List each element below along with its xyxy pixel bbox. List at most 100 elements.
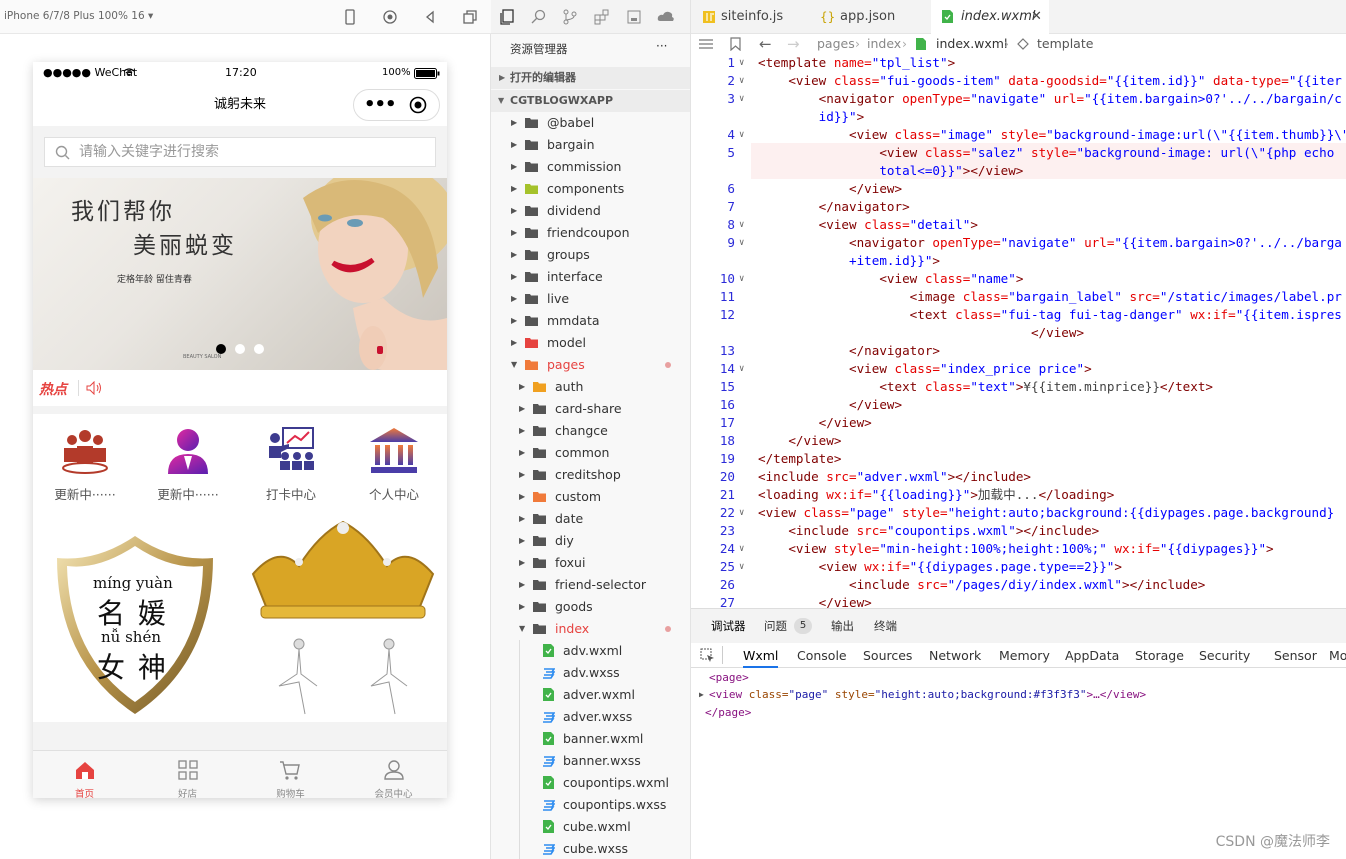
carousel-dot[interactable] (254, 344, 264, 354)
dom-page-close[interactable]: </page> (705, 706, 751, 719)
cloud-icon[interactable] (657, 9, 675, 25)
folder-goods[interactable]: ▶ goods (491, 596, 690, 618)
code-line[interactable]: id}}"> (758, 108, 865, 126)
extensions-icon[interactable] (594, 9, 610, 25)
code-line[interactable]: <view wx:if="{{diypages.page.type==2}}"> (758, 558, 1122, 576)
tab-problems[interactable]: 问题 (764, 609, 787, 643)
folder-common[interactable]: ▶ common (491, 442, 690, 464)
code-line[interactable]: </view> (758, 432, 841, 450)
code-line[interactable]: </view> (758, 594, 872, 608)
code-line[interactable]: </view> (758, 414, 872, 432)
folder-pages[interactable]: ▼ pages (491, 354, 690, 376)
promo-artwork[interactable]: míng yuàn 名 媛 nǚ shén 女 神 (33, 510, 447, 722)
code-line[interactable]: <view style="min-height:100%;height:100%… (758, 540, 1273, 558)
code-line[interactable]: <navigator openType="navigate" url="{{it… (758, 234, 1342, 252)
code-area[interactable]: 1 ∨ <template name="tpl_list"> 2 ∨ <view cla… (691, 53, 1346, 608)
search-icon[interactable] (531, 9, 547, 25)
folder-commission[interactable]: ▶ commission (491, 156, 690, 178)
code-line[interactable]: </view> (758, 180, 902, 198)
folder-creditshop[interactable]: ▶ creditshop (491, 464, 690, 486)
devtools-tab-appdata[interactable]: AppData (1065, 643, 1119, 668)
fold-chevron-icon[interactable]: ∨ (739, 90, 751, 108)
tab-debugger[interactable]: 调试器 (711, 609, 746, 643)
file-adv.wxml[interactable]: adv.wxml (491, 640, 690, 662)
code-line[interactable]: total<=0}}"></view> (758, 162, 1023, 180)
code-line[interactable]: </navigator> (758, 198, 910, 216)
folder-groups[interactable]: ▶ groups (491, 244, 690, 266)
code-line[interactable]: </navigator> (758, 342, 940, 360)
folder-interface[interactable]: ▶ interface (491, 266, 690, 288)
folder-dividend[interactable]: ▶ dividend (491, 200, 690, 222)
code-line[interactable]: <include src="coupontips.wxml"></include… (758, 522, 1099, 540)
phone-icon[interactable] (341, 8, 359, 26)
dom-view-node[interactable]: ▶ <view class="page" style="height:auto;b… (699, 688, 1146, 701)
tab-siteinfo-js[interactable]: siteinfo.js (691, 0, 809, 34)
carousel-dot-active[interactable] (216, 344, 226, 354)
files-icon[interactable] (499, 9, 515, 25)
devtools-tab-wxml[interactable]: Wxml (743, 643, 779, 668)
code-line[interactable]: <view class="index_price price"> (758, 360, 1092, 378)
devtools-tab-security[interactable]: Security (1199, 643, 1250, 668)
file-cube.wxml[interactable]: cube.wxml (491, 816, 690, 838)
file-banner.wxss[interactable]: banner.wxss (491, 750, 690, 772)
inspect-icon[interactable] (700, 648, 715, 663)
more-icon[interactable]: ··· (656, 39, 667, 53)
devtools-tab-sources[interactable]: Sources (863, 643, 912, 668)
folder-mmdata[interactable]: ▶ mmdata (491, 310, 690, 332)
folder-date[interactable]: ▶ date (491, 508, 690, 530)
folder-@babel[interactable]: ▶ @babel (491, 112, 690, 134)
folder-index[interactable]: ▼ index (491, 618, 690, 640)
fold-chevron-icon[interactable]: ∨ (739, 558, 751, 576)
tab-terminal[interactable]: 终端 (874, 609, 897, 643)
code-line[interactable]: <template name="tpl_list"> (758, 54, 955, 72)
code-line[interactable]: <navigator openType="navigate" url="{{it… (758, 90, 1342, 108)
list-icon[interactable] (699, 39, 713, 49)
bookmark-icon[interactable] (730, 37, 741, 51)
hot-news-bar[interactable]: 热点 (33, 370, 447, 406)
fold-chevron-icon[interactable]: ∨ (739, 126, 751, 144)
code-line[interactable]: </template> (758, 450, 841, 468)
back-icon[interactable] (421, 8, 439, 26)
code-line[interactable]: <view class="page" style="height:auto;ba… (758, 504, 1334, 522)
code-line[interactable]: +item.id}}"> (758, 252, 940, 270)
folder-components[interactable]: ▶ components (491, 178, 690, 200)
code-line[interactable]: <include src="adver.wxml"></include> (758, 468, 1031, 486)
more-dots-icon[interactable]: ••• (364, 84, 397, 126)
code-line[interactable]: </view> (758, 324, 1084, 342)
folder-card-share[interactable]: ▶ card-share (491, 398, 690, 420)
code-line[interactable]: <text class="text">¥{{item.minprice}}</t… (758, 378, 1213, 396)
breadcrumb-pages[interactable]: pages (817, 34, 855, 54)
folder-friend-selector[interactable]: ▶ friend-selector (491, 574, 690, 596)
open-editors-section[interactable]: ▶ 打开的编辑器 (491, 67, 690, 89)
file-cube.wxss[interactable]: cube.wxss (491, 838, 690, 859)
code-line[interactable]: </view> (758, 396, 902, 414)
source-control-icon[interactable] (562, 9, 578, 25)
dom-page-open[interactable]: <page> (709, 671, 749, 684)
window-icon[interactable] (461, 8, 479, 26)
close-icon[interactable]: ✕ (1031, 0, 1042, 34)
file-coupontips.wxml[interactable]: coupontips.wxml (491, 772, 690, 794)
devtools-tab-network[interactable]: Network (929, 643, 981, 668)
expand-arrow-icon[interactable]: ▶ (699, 690, 704, 699)
tab-app-json[interactable]: {} app.json (810, 0, 930, 34)
fold-chevron-icon[interactable]: ∨ (739, 72, 751, 90)
tab-output[interactable]: 输出 (831, 609, 854, 643)
capsule-menu[interactable]: ••• (353, 89, 440, 121)
code-line[interactable]: <view class="name"> (758, 270, 1023, 288)
devtools-tab-storage[interactable]: Storage (1135, 643, 1184, 668)
file-adv.wxss[interactable]: adv.wxss (491, 662, 690, 684)
folder-friendcoupon[interactable]: ▶ friendcoupon (491, 222, 690, 244)
fold-chevron-icon[interactable]: ∨ (739, 234, 751, 252)
file-coupontips.wxss[interactable]: coupontips.wxss (491, 794, 690, 816)
code-line[interactable]: <image class="bargain_label" src="/stati… (758, 288, 1342, 306)
arrow-left-icon[interactable]: ← (759, 34, 772, 54)
breadcrumb-symbol[interactable]: template (1037, 34, 1093, 54)
code-line[interactable]: <view class="salez" style="background-im… (758, 144, 1334, 162)
breadcrumb-file[interactable]: index.wxml (936, 34, 1007, 54)
tab-index-wxml[interactable]: index.wxml ✕ (931, 0, 1049, 34)
breadcrumb-index[interactable]: index (867, 34, 901, 54)
carousel-dot[interactable] (235, 344, 245, 354)
folder-auth[interactable]: ▶ auth (491, 376, 690, 398)
search-input[interactable]: 请输入关键字进行搜索 (44, 137, 436, 167)
storage-icon[interactable] (626, 9, 642, 25)
